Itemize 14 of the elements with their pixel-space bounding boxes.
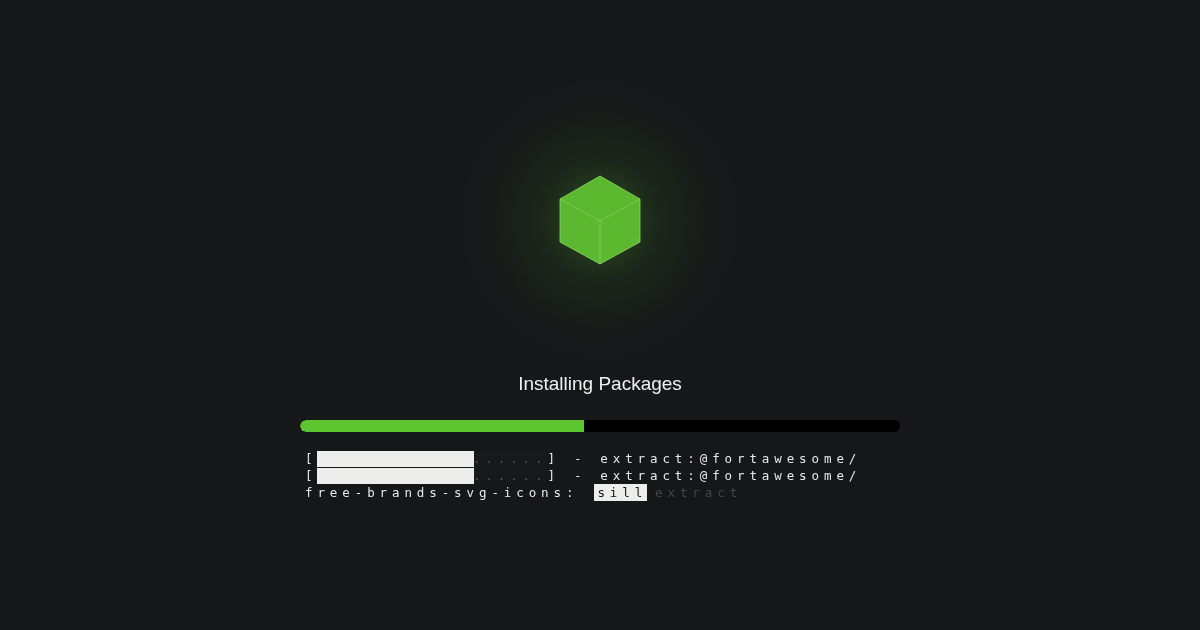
separator: - (573, 450, 587, 467)
bracket: [ (305, 467, 318, 484)
gauge-dots: ...... (472, 467, 548, 484)
bracket: ] (547, 467, 560, 484)
log-text: extract:@fortawesome/ (600, 467, 862, 484)
separator: - (573, 467, 587, 484)
highlighted-text: sill (594, 484, 648, 501)
bracket: ] (547, 450, 560, 467)
log-text: extract:@fortawesome/ (600, 450, 862, 467)
gauge-dots: ...... (472, 450, 548, 467)
log-text: free-brands-svg-icons: (305, 484, 579, 501)
status-title: Installing Packages (518, 372, 682, 396)
bracket: [ (305, 450, 318, 467)
cube-icon (559, 175, 641, 265)
